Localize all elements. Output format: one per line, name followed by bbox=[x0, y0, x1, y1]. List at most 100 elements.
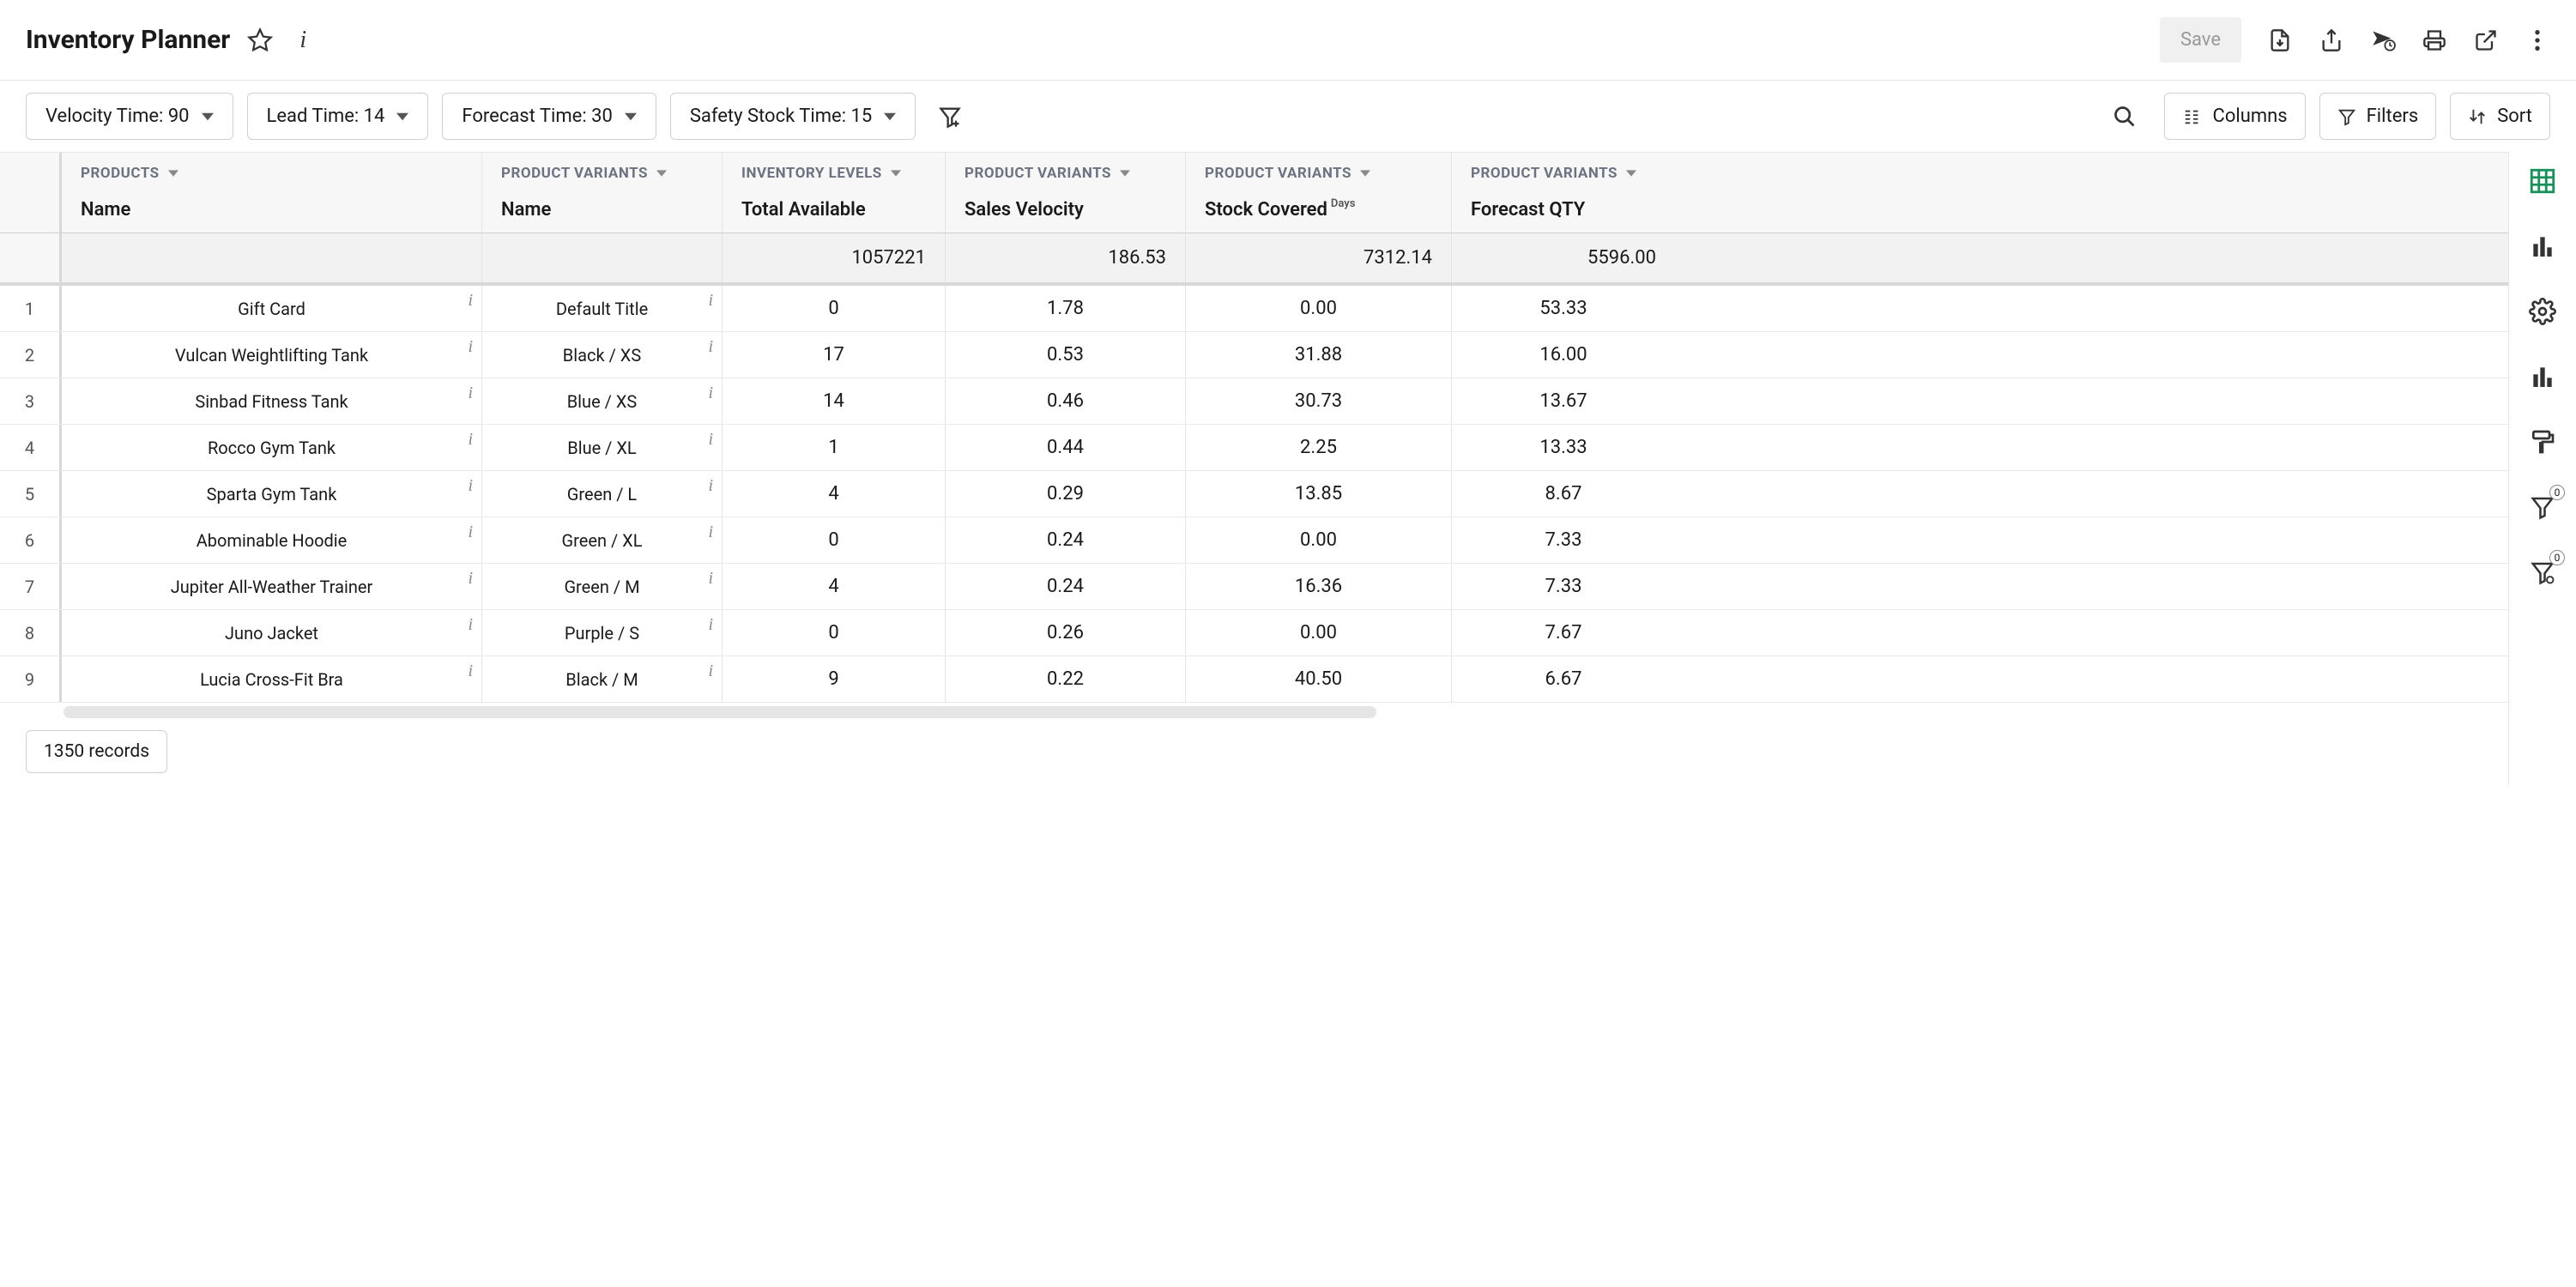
cell-variant: Green / Mi bbox=[482, 564, 723, 609]
cell-covered: 31.88 bbox=[1186, 332, 1452, 378]
info-icon[interactable]: i bbox=[708, 337, 713, 357]
row-number: 6 bbox=[0, 517, 62, 563]
cell-variant: Black / Mi bbox=[482, 656, 723, 702]
cell-available: 0 bbox=[723, 610, 946, 656]
columns-label: Columns bbox=[2213, 106, 2288, 127]
open-external-icon[interactable] bbox=[2473, 27, 2499, 53]
columns-button[interactable]: Columns bbox=[2164, 93, 2306, 140]
cell-variant: Blue / XLi bbox=[482, 425, 723, 470]
cell-variant: Green / Li bbox=[482, 471, 723, 517]
dropdown-label: Velocity Time: 90 bbox=[45, 106, 190, 127]
lead-time-dropdown[interactable]: Lead Time: 14 bbox=[247, 93, 429, 140]
table-row[interactable]: 6 Abominable Hoodiei Green / XLi 0 0.24 … bbox=[0, 517, 2508, 564]
info-icon[interactable]: i bbox=[290, 27, 316, 53]
filter-badge: 0 bbox=[2549, 485, 2565, 500]
send-schedule-icon[interactable] bbox=[2370, 27, 2396, 53]
cell-product: Lucia Cross-Fit Brai bbox=[62, 656, 482, 702]
download-icon[interactable] bbox=[2267, 27, 2293, 53]
column-header-velocity[interactable]: PRODUCT VARIANTS Sales Velocity bbox=[946, 153, 1186, 233]
cell-covered: 30.73 bbox=[1186, 378, 1452, 424]
cell-velocity: 0.24 bbox=[946, 564, 1186, 609]
settings-icon[interactable] bbox=[2525, 294, 2560, 329]
page-header: Inventory Planner i Save bbox=[0, 0, 2576, 81]
info-icon[interactable]: i bbox=[468, 430, 473, 450]
velocity-time-dropdown[interactable]: Velocity Time: 90 bbox=[26, 93, 233, 140]
table-row[interactable]: 9 Lucia Cross-Fit Brai Black / Mi 9 0.22… bbox=[0, 656, 2508, 703]
table-row[interactable]: 4 Rocco Gym Tanki Blue / XLi 1 0.44 2.25… bbox=[0, 425, 2508, 471]
info-icon[interactable]: i bbox=[468, 615, 473, 635]
filter-panel-icon[interactable]: 0 bbox=[2525, 490, 2560, 524]
info-icon[interactable]: i bbox=[708, 384, 713, 403]
cell-product: Sinbad Fitness Tanki bbox=[62, 378, 482, 424]
info-icon[interactable]: i bbox=[708, 523, 713, 542]
cell-variant: Purple / Si bbox=[482, 610, 723, 656]
info-icon[interactable]: i bbox=[468, 523, 473, 542]
table-row[interactable]: 8 Juno Jacketi Purple / Si 0 0.26 0.00 7… bbox=[0, 610, 2508, 656]
save-button[interactable]: Save bbox=[2160, 17, 2241, 63]
cell-available: 4 bbox=[723, 471, 946, 517]
cell-velocity: 0.22 bbox=[946, 656, 1186, 702]
info-icon[interactable]: i bbox=[708, 662, 713, 681]
info-icon[interactable]: i bbox=[468, 662, 473, 681]
cell-forecast: 13.67 bbox=[1452, 378, 1675, 424]
column-header-variant[interactable]: PRODUCT VARIANTS Name bbox=[482, 153, 723, 233]
right-sidebar: 0 0 bbox=[2509, 152, 2576, 785]
dropdown-label: Safety Stock Time: 15 bbox=[690, 106, 872, 127]
more-icon[interactable] bbox=[2525, 27, 2550, 53]
table-row[interactable]: 7 Jupiter All-Weather Traineri Green / M… bbox=[0, 564, 2508, 610]
cell-covered: 0.00 bbox=[1186, 517, 1452, 563]
forecast-time-dropdown[interactable]: Forecast Time: 30 bbox=[442, 93, 656, 140]
search-icon[interactable] bbox=[2113, 105, 2137, 129]
add-filter-icon[interactable] bbox=[938, 105, 962, 129]
page-title: Inventory Planner bbox=[26, 25, 230, 55]
chart-config-icon[interactable] bbox=[2525, 360, 2560, 394]
dropdown-label: Forecast Time: 30 bbox=[462, 106, 612, 127]
config-badge: 0 bbox=[2549, 550, 2565, 565]
table-row[interactable]: 1 Gift Cardi Default Titlei 0 1.78 0.00 … bbox=[0, 286, 2508, 332]
cell-available: 1 bbox=[723, 425, 946, 470]
cell-available: 14 bbox=[723, 378, 946, 424]
info-icon[interactable]: i bbox=[468, 569, 473, 589]
format-paint-icon[interactable] bbox=[2525, 425, 2560, 459]
horizontal-scrollbar[interactable] bbox=[0, 706, 2508, 718]
column-header-product[interactable]: PRODUCTS Name bbox=[62, 153, 482, 233]
row-number: 7 bbox=[0, 564, 62, 609]
print-icon[interactable] bbox=[2422, 27, 2447, 53]
column-header-covered[interactable]: PRODUCT VARIANTS Stock CoveredDays bbox=[1186, 153, 1452, 233]
info-icon[interactable]: i bbox=[468, 476, 473, 496]
info-icon[interactable]: i bbox=[708, 615, 713, 635]
info-icon[interactable]: i bbox=[468, 337, 473, 357]
cell-product: Jupiter All-Weather Traineri bbox=[62, 564, 482, 609]
cell-product: Rocco Gym Tanki bbox=[62, 425, 482, 470]
table-row[interactable]: 3 Sinbad Fitness Tanki Blue / XSi 14 0.4… bbox=[0, 378, 2508, 425]
share-icon[interactable] bbox=[2319, 27, 2344, 53]
row-number: 9 bbox=[0, 656, 62, 702]
info-icon[interactable]: i bbox=[708, 430, 713, 450]
table-row[interactable]: 2 Vulcan Weightlifting Tanki Black / XSi… bbox=[0, 332, 2508, 378]
data-grid: PRODUCTS Name PRODUCT VARIANTS Name INVE… bbox=[0, 152, 2508, 718]
info-icon[interactable]: i bbox=[468, 384, 473, 403]
filters-button[interactable]: Filters bbox=[2319, 93, 2437, 140]
sort-button[interactable]: Sort bbox=[2450, 93, 2550, 140]
cell-product: Abominable Hoodiei bbox=[62, 517, 482, 563]
column-header-forecast[interactable]: PRODUCT VARIANTS Forecast QTY bbox=[1452, 153, 1675, 233]
cell-forecast: 7.33 bbox=[1452, 517, 1675, 563]
cell-velocity: 1.78 bbox=[946, 286, 1186, 331]
info-icon[interactable]: i bbox=[708, 476, 713, 496]
cell-variant: Black / XSi bbox=[482, 332, 723, 378]
column-header-available[interactable]: INVENTORY LEVELS Total Available bbox=[723, 153, 946, 233]
info-icon[interactable]: i bbox=[708, 569, 713, 589]
table-row[interactable]: 5 Sparta Gym Tanki Green / Li 4 0.29 13.… bbox=[0, 471, 2508, 517]
cell-covered: 40.50 bbox=[1186, 656, 1452, 702]
cell-product: Juno Jacketi bbox=[62, 610, 482, 656]
dropdown-label: Lead Time: 14 bbox=[267, 106, 385, 127]
filter-config-icon[interactable]: 0 bbox=[2525, 555, 2560, 589]
table-view-icon[interactable] bbox=[2525, 164, 2560, 198]
filters-label: Filters bbox=[2367, 106, 2419, 127]
summary-row: 1057221 186.53 7312.14 5596.00 bbox=[0, 233, 2508, 286]
star-icon[interactable] bbox=[247, 27, 273, 53]
info-icon[interactable]: i bbox=[468, 291, 473, 311]
info-icon[interactable]: i bbox=[708, 291, 713, 311]
safety-stock-dropdown[interactable]: Safety Stock Time: 15 bbox=[670, 93, 916, 140]
chart-view-icon[interactable] bbox=[2525, 229, 2560, 263]
